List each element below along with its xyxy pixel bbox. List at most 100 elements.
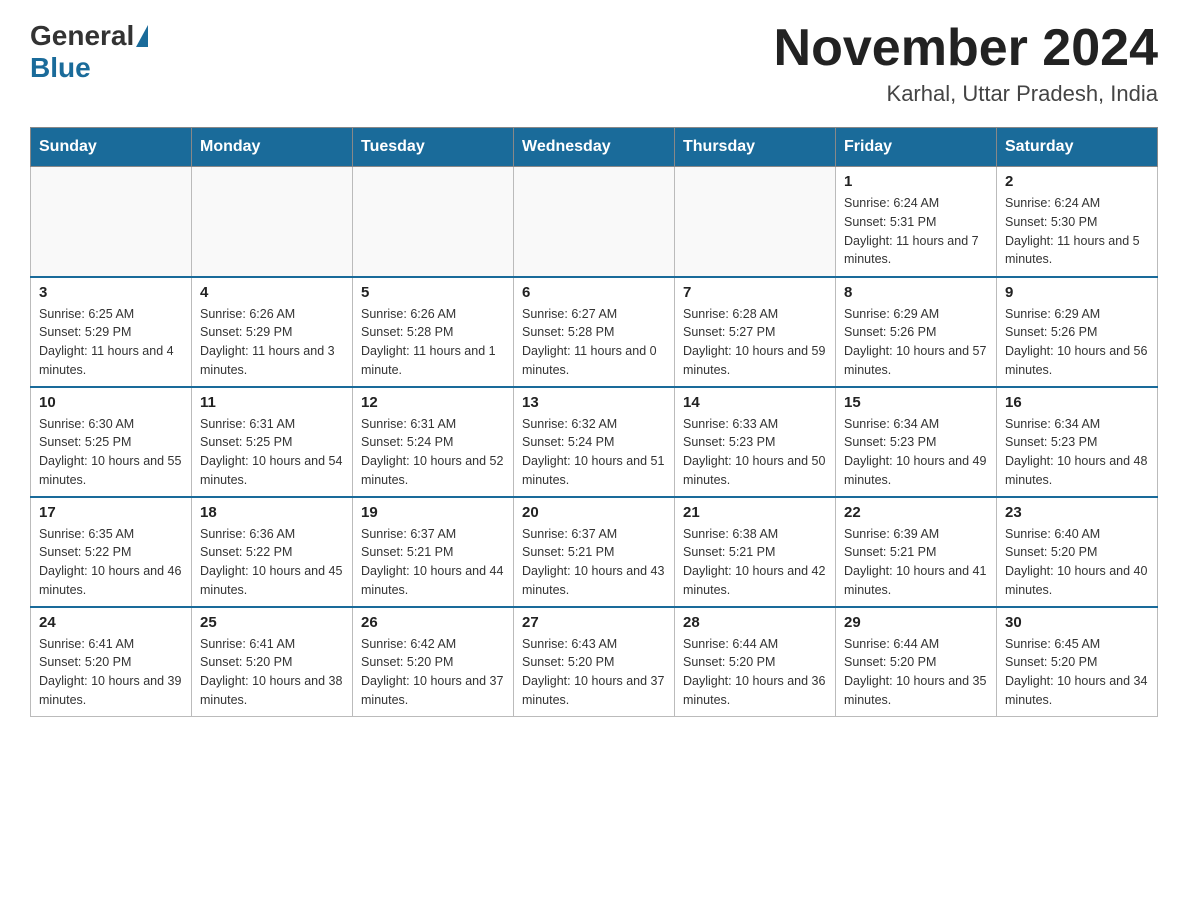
day-info: Sunrise: 6:38 AM Sunset: 5:21 PM Dayligh… [683, 525, 827, 600]
day-info: Sunrise: 6:41 AM Sunset: 5:20 PM Dayligh… [39, 635, 183, 710]
day-number: 17 [39, 504, 183, 521]
day-info: Sunrise: 6:37 AM Sunset: 5:21 PM Dayligh… [361, 525, 505, 600]
weekday-header-thursday: Thursday [675, 128, 836, 167]
day-number: 10 [39, 394, 183, 411]
day-info: Sunrise: 6:29 AM Sunset: 5:26 PM Dayligh… [1005, 305, 1149, 380]
calendar-cell [353, 167, 514, 277]
calendar-header-row: SundayMondayTuesdayWednesdayThursdayFrid… [31, 128, 1158, 167]
calendar-cell [31, 167, 192, 277]
day-number: 7 [683, 284, 827, 301]
logo-general: General [30, 20, 134, 52]
day-number: 15 [844, 394, 988, 411]
calendar-cell: 9 Sunrise: 6:29 AM Sunset: 5:26 PM Daylig… [997, 277, 1158, 387]
day-info: Sunrise: 6:26 AM Sunset: 5:29 PM Dayligh… [200, 305, 344, 380]
month-title: November 2024 [774, 20, 1158, 77]
calendar-cell: 13Sunrise: 6:32 AM Sunset: 5:24 PM Dayli… [514, 387, 675, 497]
day-number: 6 [522, 284, 666, 301]
day-info: Sunrise: 6:44 AM Sunset: 5:20 PM Dayligh… [683, 635, 827, 710]
calendar-cell: 3Sunrise: 6:25 AM Sunset: 5:29 PM Daylig… [31, 277, 192, 387]
day-info: Sunrise: 6:34 AM Sunset: 5:23 PM Dayligh… [1005, 415, 1149, 490]
day-number: 9 [1005, 284, 1149, 301]
calendar-cell: 11 Sunrise: 6:31 AM Sunset: 5:25 PM Dayli… [192, 387, 353, 497]
day-number: 30 [1005, 614, 1149, 631]
weekday-header-sunday: Sunday [31, 128, 192, 167]
calendar-cell: 23Sunrise: 6:40 AM Sunset: 5:20 PM Dayli… [997, 497, 1158, 607]
logo: General Blue [30, 20, 150, 84]
calendar-cell [192, 167, 353, 277]
day-info: Sunrise: 6:35 AM Sunset: 5:22 PM Dayligh… [39, 525, 183, 600]
calendar-cell: 24 Sunrise: 6:41 AM Sunset: 5:20 PM Dayli… [31, 607, 192, 717]
day-number: 28 [683, 614, 827, 631]
day-info: Sunrise: 6:24 AM Sunset: 5:31 PM Dayligh… [844, 194, 988, 269]
day-info: Sunrise: 6:34 AM Sunset: 5:23 PM Dayligh… [844, 415, 988, 490]
calendar-cell: 16 Sunrise: 6:34 AM Sunset: 5:23 PM Dayli… [997, 387, 1158, 497]
day-info: Sunrise: 6:45 AM Sunset: 5:20 PM Dayligh… [1005, 635, 1149, 710]
calendar-cell: 17 Sunrise: 6:35 AM Sunset: 5:22 PM Dayli… [31, 497, 192, 607]
calendar-week-row: 1Sunrise: 6:24 AM Sunset: 5:31 PM Daylig… [31, 167, 1158, 277]
day-info: Sunrise: 6:25 AM Sunset: 5:29 PM Dayligh… [39, 305, 183, 380]
day-info: Sunrise: 6:30 AM Sunset: 5:25 PM Dayligh… [39, 415, 183, 490]
calendar-cell: 10 Sunrise: 6:30 AM Sunset: 5:25 PM Dayli… [31, 387, 192, 497]
day-info: Sunrise: 6:31 AM Sunset: 5:25 PM Dayligh… [200, 415, 344, 490]
day-number: 25 [200, 614, 344, 631]
calendar-cell: 12 Sunrise: 6:31 AM Sunset: 5:24 PM Dayli… [353, 387, 514, 497]
day-number: 23 [1005, 504, 1149, 521]
calendar-cell: 22Sunrise: 6:39 AM Sunset: 5:21 PM Dayli… [836, 497, 997, 607]
logo-triangle-icon [136, 25, 148, 47]
day-number: 2 [1005, 173, 1149, 190]
calendar-week-row: 3Sunrise: 6:25 AM Sunset: 5:29 PM Daylig… [31, 277, 1158, 387]
calendar-table: SundayMondayTuesdayWednesdayThursdayFrid… [30, 127, 1158, 717]
weekday-header-wednesday: Wednesday [514, 128, 675, 167]
day-number: 29 [844, 614, 988, 631]
day-number: 27 [522, 614, 666, 631]
calendar-cell: 1Sunrise: 6:24 AM Sunset: 5:31 PM Daylig… [836, 167, 997, 277]
calendar-week-row: 17 Sunrise: 6:35 AM Sunset: 5:22 PM Dayli… [31, 497, 1158, 607]
calendar-week-row: 24 Sunrise: 6:41 AM Sunset: 5:20 PM Dayli… [31, 607, 1158, 717]
calendar-cell [514, 167, 675, 277]
day-info: Sunrise: 6:41 AM Sunset: 5:20 PM Dayligh… [200, 635, 344, 710]
calendar-cell: 18Sunrise: 6:36 AM Sunset: 5:22 PM Dayli… [192, 497, 353, 607]
calendar-cell: 7Sunrise: 6:28 AM Sunset: 5:27 PM Daylig… [675, 277, 836, 387]
day-info: Sunrise: 6:24 AM Sunset: 5:30 PM Dayligh… [1005, 194, 1149, 269]
day-info: Sunrise: 6:31 AM Sunset: 5:24 PM Dayligh… [361, 415, 505, 490]
day-info: Sunrise: 6:32 AM Sunset: 5:24 PM Dayligh… [522, 415, 666, 490]
calendar-cell: 25 Sunrise: 6:41 AM Sunset: 5:20 PM Dayli… [192, 607, 353, 717]
day-number: 5 [361, 284, 505, 301]
day-number: 16 [1005, 394, 1149, 411]
calendar-cell: 21Sunrise: 6:38 AM Sunset: 5:21 PM Dayli… [675, 497, 836, 607]
weekday-header-monday: Monday [192, 128, 353, 167]
day-info: Sunrise: 6:26 AM Sunset: 5:28 PM Dayligh… [361, 305, 505, 380]
calendar-cell: 30 Sunrise: 6:45 AM Sunset: 5:20 PM Dayli… [997, 607, 1158, 717]
day-info: Sunrise: 6:29 AM Sunset: 5:26 PM Dayligh… [844, 305, 988, 380]
day-number: 11 [200, 394, 344, 411]
day-info: Sunrise: 6:33 AM Sunset: 5:23 PM Dayligh… [683, 415, 827, 490]
day-number: 4 [200, 284, 344, 301]
day-info: Sunrise: 6:42 AM Sunset: 5:20 PM Dayligh… [361, 635, 505, 710]
day-number: 24 [39, 614, 183, 631]
calendar-cell: 15 Sunrise: 6:34 AM Sunset: 5:23 PM Dayli… [836, 387, 997, 497]
calendar-cell: 14 Sunrise: 6:33 AM Sunset: 5:23 PM Dayli… [675, 387, 836, 497]
calendar-cell: 20 Sunrise: 6:37 AM Sunset: 5:21 PM Dayli… [514, 497, 675, 607]
day-number: 20 [522, 504, 666, 521]
calendar-cell: 19 Sunrise: 6:37 AM Sunset: 5:21 PM Dayli… [353, 497, 514, 607]
day-info: Sunrise: 6:37 AM Sunset: 5:21 PM Dayligh… [522, 525, 666, 600]
title-section: November 2024 Karhal, Uttar Pradesh, Ind… [774, 20, 1158, 107]
location: Karhal, Uttar Pradesh, India [774, 81, 1158, 107]
day-number: 26 [361, 614, 505, 631]
logo-blue: Blue [30, 52, 91, 84]
page-header: General Blue November 2024 Karhal, Uttar… [30, 20, 1158, 107]
day-info: Sunrise: 6:36 AM Sunset: 5:22 PM Dayligh… [200, 525, 344, 600]
day-info: Sunrise: 6:27 AM Sunset: 5:28 PM Dayligh… [522, 305, 666, 380]
day-number: 19 [361, 504, 505, 521]
logo-text: General [30, 20, 150, 52]
calendar-cell: 29Sunrise: 6:44 AM Sunset: 5:20 PM Dayli… [836, 607, 997, 717]
weekday-header-saturday: Saturday [997, 128, 1158, 167]
day-number: 14 [683, 394, 827, 411]
day-number: 22 [844, 504, 988, 521]
day-info: Sunrise: 6:43 AM Sunset: 5:20 PM Dayligh… [522, 635, 666, 710]
day-number: 12 [361, 394, 505, 411]
calendar-cell: 26 Sunrise: 6:42 AM Sunset: 5:20 PM Dayli… [353, 607, 514, 717]
calendar-cell: 5 Sunrise: 6:26 AM Sunset: 5:28 PM Daylig… [353, 277, 514, 387]
day-number: 8 [844, 284, 988, 301]
calendar-cell: 6 Sunrise: 6:27 AM Sunset: 5:28 PM Daylig… [514, 277, 675, 387]
